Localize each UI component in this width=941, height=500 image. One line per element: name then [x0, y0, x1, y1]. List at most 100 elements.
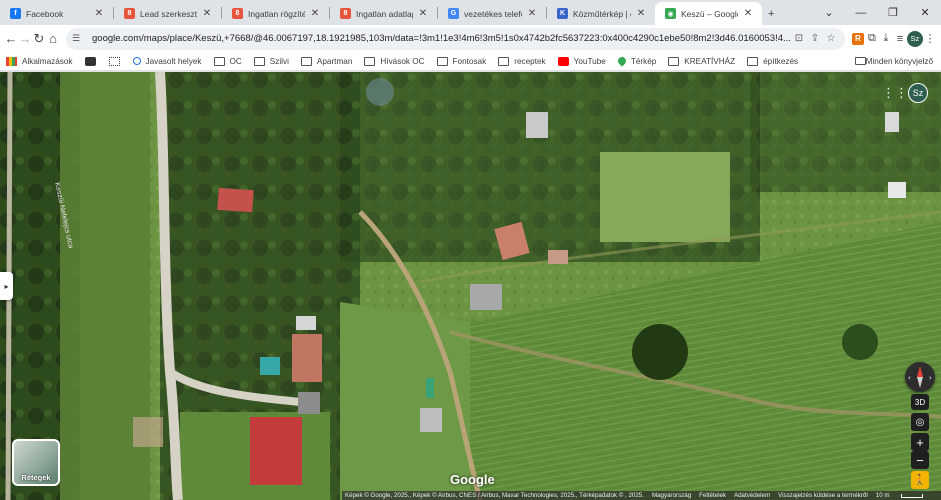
- all-bookmarks-button[interactable]: Minden könyvjelző: [854, 56, 933, 66]
- zoom-out-button[interactable]: −: [911, 451, 929, 469]
- 3d-toggle-button[interactable]: 3D: [911, 394, 929, 410]
- media-controls-icon[interactable]: ≡: [893, 28, 907, 50]
- tab-search-icon[interactable]: ⌄: [813, 6, 845, 19]
- map-account-avatar[interactable]: Sz: [908, 83, 928, 103]
- bookmark-szilvi[interactable]: Szilvi: [253, 56, 289, 66]
- ingatlan-icon: 8: [340, 8, 351, 19]
- bookmark-label: Hívások OC: [380, 56, 425, 66]
- bookmark-app-2[interactable]: [108, 56, 125, 66]
- bookmark-label: Térkép: [630, 56, 657, 66]
- forward-button[interactable]: →: [18, 28, 32, 50]
- attribution-link[interactable]: Adatvédelem: [734, 492, 770, 499]
- ingatlan-icon: 8: [124, 8, 135, 19]
- extension-r-icon: R: [851, 32, 864, 45]
- folder-icon: [213, 56, 225, 66]
- bookmark-t-rk-p[interactable]: Térkép: [616, 55, 657, 67]
- home-button[interactable]: ⌂: [46, 28, 60, 50]
- restore-icon[interactable]: ❐: [877, 6, 909, 19]
- folder-icon: [668, 56, 680, 66]
- satellite-imagery[interactable]: [0, 72, 941, 500]
- ingatlan-icon: 8: [232, 8, 243, 19]
- close-tab-icon[interactable]: ✕: [742, 8, 754, 19]
- app-grid-icon: [108, 56, 120, 66]
- folder-icon: [498, 56, 510, 66]
- new-tab-button[interactable]: +: [762, 2, 780, 25]
- tab-title: Közműtérkép | e-köz: [573, 8, 631, 19]
- profile-button[interactable]: Sz: [906, 28, 923, 50]
- tab-title: Ingatlan rögzítése | I: [248, 8, 305, 19]
- google-icon: G: [448, 8, 459, 19]
- close-window-icon[interactable]: ✕: [909, 6, 941, 19]
- layers-button[interactable]: Rétegek: [12, 439, 60, 486]
- satellite-map[interactable]: Keszüi Nefelejcs utca ▸ ⋮⋮⋮ Sz Rétegek ‹…: [0, 72, 941, 500]
- scale-label[interactable]: 10 m: [876, 492, 890, 499]
- extensions-puzzle-icon[interactable]: ⧉: [865, 28, 879, 50]
- attribution-link[interactable]: Visszajelzés küldése a termékről: [778, 492, 868, 499]
- tab-5[interactable]: Gvezetékes telefon tu ✕: [438, 2, 546, 25]
- kozmu-icon: K: [557, 8, 568, 19]
- svg-text:‹: ‹: [908, 374, 911, 382]
- bookmark-youtube[interactable]: YouTube: [557, 56, 606, 66]
- close-tab-icon[interactable]: ✕: [526, 8, 538, 19]
- app-black-square-icon: [84, 56, 96, 66]
- bookmark-apartman[interactable]: Apartman: [300, 56, 353, 66]
- bookmark-label: receptek: [514, 56, 546, 66]
- google-logo: Google: [450, 472, 495, 487]
- bookmark-receptek[interactable]: receptek: [498, 56, 546, 66]
- tab-7[interactable]: ◉ Keszü – Google Térk ✕: [655, 2, 762, 25]
- folder-icon: [300, 56, 312, 66]
- bookmark-h-v-sok-oc[interactable]: Hívások OC: [364, 56, 425, 66]
- downloads-icon[interactable]: ⤓: [879, 28, 893, 50]
- my-location-icon[interactable]: ◎: [911, 413, 929, 431]
- minimize-icon[interactable]: —: [845, 7, 877, 19]
- site-info-icon[interactable]: ☰: [72, 33, 86, 44]
- all-bookmarks-label: Minden könyvjelző: [865, 56, 933, 66]
- extension-r-button[interactable]: R: [851, 28, 865, 50]
- layers-label: Rétegek: [21, 473, 51, 482]
- apps-grid-icon: [6, 56, 17, 66]
- bookmark-oc[interactable]: OC: [213, 56, 242, 66]
- close-tab-icon[interactable]: ✕: [417, 8, 429, 19]
- close-tab-icon[interactable]: ✕: [635, 8, 647, 19]
- folder-icon: [854, 57, 866, 65]
- share-icon[interactable]: ⇪: [807, 33, 823, 44]
- back-button[interactable]: ←: [4, 28, 18, 50]
- bookmark-alkalmaz-sok[interactable]: Alkalmazások: [6, 56, 73, 66]
- zoom-in-button[interactable]: +: [911, 433, 929, 451]
- bookmark-star-icon[interactable]: ☆: [823, 33, 839, 44]
- url-text[interactable]: google.com/maps/place/Keszü,+7668/@46.00…: [92, 33, 791, 44]
- search-icon: [132, 57, 141, 65]
- compass-button[interactable]: ‹ ›: [905, 362, 935, 392]
- close-tab-icon[interactable]: ✕: [93, 8, 105, 19]
- close-tab-icon[interactable]: ✕: [201, 8, 213, 19]
- bookmark-label: Fontosak: [452, 56, 487, 66]
- bookmark-app-1[interactable]: [84, 56, 101, 66]
- bookmark-kreat-vh-z[interactable]: KREATÍVHÁZ: [668, 56, 735, 66]
- bookmark-label: Apartman: [316, 56, 353, 66]
- svg-text:›: ›: [929, 374, 932, 382]
- folder-icon: [364, 56, 376, 66]
- attribution-text: Képek © Google, 2025., Képek © Airbus, C…: [345, 492, 644, 499]
- tab-1[interactable]: f Facebook ✕: [0, 2, 113, 25]
- tab-2[interactable]: 8 Lead szerkesztése | I ✕: [114, 2, 221, 25]
- bookmark-javasolt-helyek[interactable]: Javasolt helyek: [132, 57, 202, 66]
- bookmark-label: építkezés: [763, 56, 799, 66]
- pegman-street-view-icon[interactable]: 🚶: [911, 471, 929, 489]
- reload-button[interactable]: ↻: [32, 28, 46, 50]
- close-tab-icon[interactable]: ✕: [309, 8, 321, 19]
- attribution-link[interactable]: Magyarország: [652, 492, 691, 499]
- tab-title: Facebook: [26, 8, 64, 19]
- tab-6[interactable]: K Közműtérkép | e-köz ✕: [547, 2, 655, 25]
- bookmark--p-tkez-s[interactable]: építkezés: [747, 56, 799, 66]
- collapse-side-panel-button[interactable]: ▸: [0, 272, 13, 300]
- tab-4[interactable]: 8 Ingatlan adatlap | H ✕: [330, 2, 437, 25]
- attribution-link[interactable]: Feltételek: [699, 492, 726, 499]
- install-app-icon[interactable]: ⊡: [791, 33, 807, 44]
- more-menu-icon[interactable]: ⋮: [923, 28, 937, 50]
- facebook-icon: f: [10, 8, 21, 19]
- bookmark-fontosak[interactable]: Fontosak: [436, 56, 487, 66]
- google-apps-icon[interactable]: ⋮⋮⋮: [882, 86, 921, 100]
- tab-3[interactable]: 8 Ingatlan rögzítése | I ✕: [222, 2, 329, 25]
- address-bar[interactable]: ☰ google.com/maps/place/Keszü,+7668/@46.…: [66, 27, 845, 50]
- folder-icon: [747, 56, 759, 66]
